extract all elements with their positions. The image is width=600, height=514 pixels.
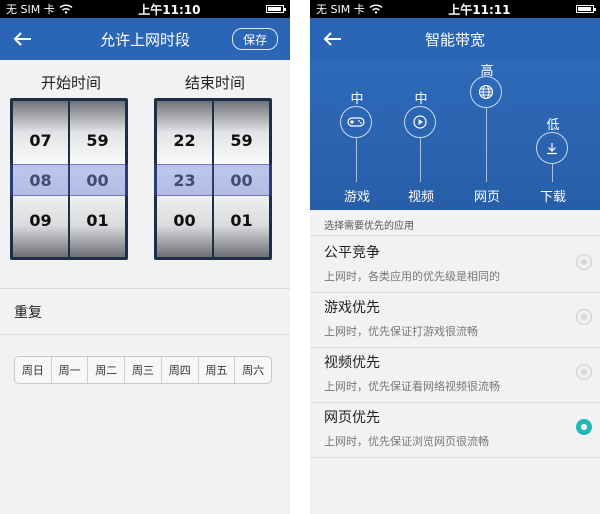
- divider: [0, 288, 290, 289]
- day-wed[interactable]: 周三: [125, 357, 162, 383]
- wheel-value: 01: [86, 211, 109, 230]
- option-web-priority[interactable]: 网页优先 上网时，优先保证浏览网页很流畅: [310, 403, 600, 458]
- wheel-value: 59: [230, 131, 253, 150]
- bandwidth-name: 网页: [473, 190, 500, 205]
- wheel-value: 22: [173, 131, 196, 150]
- option-title: 视频优先: [324, 355, 380, 371]
- bandwidth-name: 游戏: [343, 190, 370, 205]
- back-button[interactable]: [320, 26, 346, 52]
- wheel-value: 01: [230, 211, 253, 230]
- radio-button[interactable]: [576, 364, 592, 380]
- option-title: 网页优先: [324, 410, 380, 426]
- option-description: 上网时，优先保证浏览网页很流畅: [324, 435, 489, 448]
- level-line: [356, 138, 357, 182]
- wheel-value: 59: [86, 131, 109, 150]
- save-button[interactable]: 保存: [232, 28, 278, 50]
- option-title: 游戏优先: [324, 300, 380, 316]
- wifi-icon: [369, 4, 383, 14]
- bandwidth-name: 视频: [407, 190, 434, 205]
- start-time-picker[interactable]: 07 08 09 59 00 01: [10, 98, 128, 260]
- day-mon[interactable]: 周一: [52, 357, 89, 383]
- wheel-value: 09: [29, 211, 52, 230]
- bandwidth-name: 下载: [539, 190, 566, 205]
- wheel-value: 00: [173, 211, 196, 230]
- option-video-priority[interactable]: 视频优先 上网时，优先保证看网络视频很流畅: [310, 348, 600, 403]
- divider: [310, 235, 600, 236]
- back-arrow-icon: [13, 32, 31, 46]
- bandwidth-download[interactable]: 低 下载: [528, 60, 578, 210]
- day-tue[interactable]: 周二: [88, 357, 126, 383]
- level-line: [552, 164, 553, 182]
- bandwidth-web[interactable]: 高 网页: [462, 60, 512, 210]
- repeat-label: 重复: [14, 305, 42, 321]
- clock: 上午11:10: [138, 2, 201, 17]
- nav-bar: 允许上网时段 保存: [0, 18, 290, 60]
- wheel-value: 07: [29, 131, 52, 150]
- divider: [310, 457, 600, 458]
- bandwidth-level: 中: [350, 92, 364, 107]
- download-icon: [536, 132, 568, 164]
- option-description: 上网时，优先保证打游戏很流畅: [324, 325, 478, 338]
- radio-button[interactable]: [576, 254, 592, 270]
- wifi-icon: [59, 4, 73, 14]
- end-time-picker[interactable]: 22 23 00 59 00 01: [154, 98, 272, 260]
- option-description: 上网时，各类应用的优先级是相同的: [324, 270, 500, 283]
- weekday-selector: 周日 周一 周二 周三 周四 周五 周六: [14, 356, 272, 384]
- radio-button[interactable]: [576, 309, 592, 325]
- nav-bar: 智能带宽: [310, 18, 600, 60]
- option-game-priority[interactable]: 游戏优先 上网时，优先保证打游戏很流畅: [310, 293, 600, 348]
- selection-band: [10, 164, 128, 196]
- start-time-label: 开始时间: [40, 74, 101, 92]
- day-sun[interactable]: 周日: [15, 357, 52, 383]
- bandwidth-level: 中: [414, 92, 428, 107]
- option-fair[interactable]: 公平竞争 上网时，各类应用的优先级是相同的: [310, 238, 600, 293]
- option-description: 上网时，优先保证看网络视频很流畅: [324, 380, 500, 393]
- clock: 上午11:11: [448, 2, 511, 17]
- radio-button-selected[interactable]: [576, 419, 592, 435]
- globe-icon: [470, 76, 502, 108]
- screen-allowed-time: 无 SIM 卡 上午11:10 允许上网时段 保存 开始时间 结束时间 07 0…: [0, 0, 290, 514]
- back-button[interactable]: [10, 26, 36, 52]
- divider: [0, 334, 290, 335]
- play-icon: [404, 106, 436, 138]
- day-sat[interactable]: 周六: [235, 357, 271, 383]
- gamepad-icon: [340, 106, 372, 138]
- level-line: [420, 138, 421, 182]
- screen-smart-bandwidth: 无 SIM 卡 上午11:11 智能带宽 中 游戏 中 视频 高 网页 低 下载…: [310, 0, 600, 514]
- battery-icon: [575, 5, 596, 13]
- status-bar: 无 SIM 卡 上午11:11: [310, 0, 600, 18]
- section-label: 选择需要优先的应用: [324, 221, 414, 232]
- level-line: [486, 108, 487, 182]
- bandwidth-video[interactable]: 中 视频: [396, 60, 446, 210]
- day-thu[interactable]: 周四: [162, 357, 199, 383]
- day-fri[interactable]: 周五: [199, 357, 236, 383]
- status-bar: 无 SIM 卡 上午11:10: [0, 0, 290, 18]
- bandwidth-level: 低: [546, 118, 560, 133]
- carrier-label: 无 SIM 卡: [6, 3, 55, 16]
- option-title: 公平竞争: [324, 245, 380, 261]
- bandwidth-chart: 中 游戏 中 视频 高 网页 低 下载: [310, 60, 600, 210]
- carrier-label: 无 SIM 卡: [316, 3, 365, 16]
- end-time-label: 结束时间: [184, 74, 245, 92]
- page-title: 允许上网时段: [99, 30, 190, 49]
- page-title: 智能带宽: [424, 30, 485, 49]
- battery-icon: [265, 5, 286, 13]
- back-arrow-icon: [323, 32, 341, 46]
- bandwidth-game[interactable]: 中 游戏: [332, 60, 382, 210]
- selection-band: [154, 164, 272, 196]
